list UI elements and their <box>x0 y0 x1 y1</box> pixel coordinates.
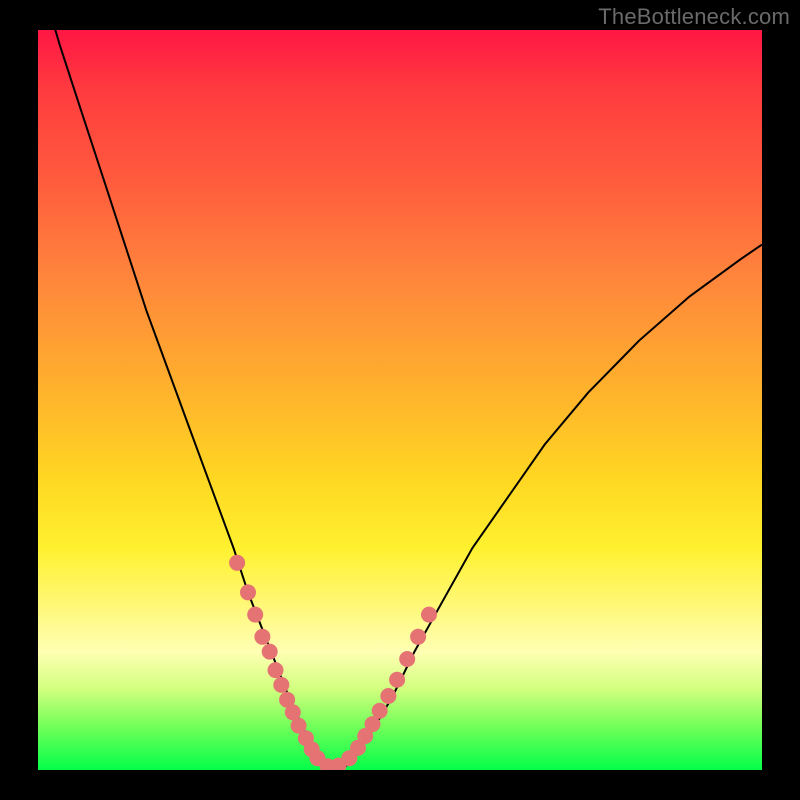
highlight-markers <box>229 555 437 770</box>
highlight-point <box>421 607 437 623</box>
highlight-point <box>262 644 278 660</box>
highlight-point <box>240 584 256 600</box>
curve-svg <box>38 30 762 770</box>
highlight-point <box>372 703 388 719</box>
highlight-point <box>380 688 396 704</box>
highlight-point <box>399 651 415 667</box>
plot-area <box>38 30 762 770</box>
highlight-point <box>273 677 289 693</box>
highlight-point <box>229 555 245 571</box>
highlight-point <box>410 629 426 645</box>
watermark-label: TheBottleneck.com <box>598 4 790 30</box>
highlight-point <box>247 607 263 623</box>
chart-frame: TheBottleneck.com <box>0 0 800 800</box>
highlight-point <box>268 662 284 678</box>
highlight-point <box>254 629 270 645</box>
highlight-point <box>389 672 405 688</box>
